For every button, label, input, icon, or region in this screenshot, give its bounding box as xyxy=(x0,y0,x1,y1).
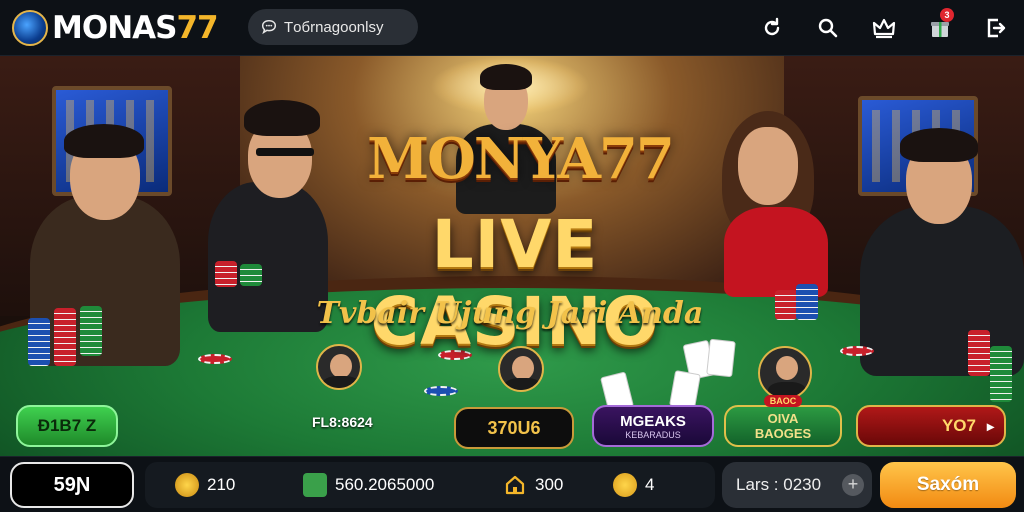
chip-stack xyxy=(215,261,237,287)
stat-tokens-value: 4 xyxy=(645,475,655,494)
refresh-button[interactable] xyxy=(744,0,800,56)
stats-panel: 210 560.2065000 300 4 xyxy=(145,462,715,508)
chat-bubble-icon xyxy=(261,19,277,35)
stat-home[interactable]: 300 xyxy=(503,473,563,497)
stat-coins[interactable]: 210 xyxy=(175,473,235,497)
dealer-id: FL8:8624 xyxy=(312,414,373,430)
game-button-purple-sub: KEBARADUS xyxy=(625,429,681,440)
chip-stack xyxy=(775,290,797,320)
bottom-bar: 59Ɲ 210 560.2065000 300 4 Lars : 0230 + xyxy=(0,456,1024,512)
game-button-red-label: YO7 xyxy=(941,416,976,435)
brand-name: MONAS77 xyxy=(52,9,219,46)
chevron-right-icon: ▸ xyxy=(986,417,994,434)
hero-tagline: Tvbair Ujung Jari Anda xyxy=(316,296,704,331)
balance-button[interactable]: 59Ɲ xyxy=(10,462,134,508)
primary-cta-button[interactable]: Saxóm xyxy=(880,462,1016,508)
game-button-dark[interactable]: 370U6 xyxy=(454,407,574,449)
game-button-olive-sub: BAOGES xyxy=(754,426,812,441)
home-icon xyxy=(505,475,525,495)
chip-stack xyxy=(28,318,50,366)
game-button-olive[interactable]: BAOC OIVA BAOGES xyxy=(724,395,842,447)
top-bar: MONAS77 Tобrnagoonlsy 3 xyxy=(0,0,1024,56)
app-window: MONAS77 Tобrnagoonlsy 3 MONYA77 LIVE CAS… xyxy=(0,0,1024,512)
game-button-red[interactable]: YO7 ▸ xyxy=(856,405,1006,447)
chip xyxy=(840,346,874,356)
timer-pill[interactable]: Lars : 0230 + xyxy=(722,462,872,508)
gift-button[interactable]: 3 xyxy=(912,0,968,56)
top-actions: 3 xyxy=(744,0,1024,56)
stat-wallet[interactable]: 560.2065000 xyxy=(303,473,434,497)
search-pill-button[interactable]: Tобrnagoonlsy xyxy=(248,9,418,45)
hero-banner[interactable]: MONYA77 LIVE CASINO Tvbair Ujung Jari An… xyxy=(0,56,1024,456)
exit-button[interactable] xyxy=(968,0,1024,56)
hero-title: LIVE CASINO xyxy=(370,206,660,360)
search-pill-label: Tобrnagoonlsy xyxy=(284,18,384,36)
dealer-avatar[interactable] xyxy=(498,346,544,392)
chip-stack xyxy=(240,264,262,286)
chip-stack xyxy=(990,346,1012,402)
chip-stack xyxy=(54,308,76,366)
brand-logo[interactable]: MONAS77 xyxy=(12,9,219,46)
brand-suffix: 77 xyxy=(176,9,218,46)
notification-badge: 3 xyxy=(940,8,954,22)
brand-prefix: MONAS xyxy=(52,9,177,46)
vip-button[interactable] xyxy=(856,0,912,56)
game-button-purple-title: MGEAKS xyxy=(620,412,686,430)
search-icon xyxy=(818,18,838,38)
game-button-purple[interactable]: MGEAKS KEBARADUS xyxy=(592,405,714,447)
stat-home-value: 300 xyxy=(535,475,564,494)
dealer-avatar[interactable] xyxy=(316,344,362,390)
chip xyxy=(424,386,458,396)
chip-stack xyxy=(968,330,990,376)
stat-coins-value: 210 xyxy=(207,475,236,494)
game-button-olive-title: OIVA xyxy=(767,411,799,426)
stat-tokens[interactable]: 4 xyxy=(613,473,654,497)
coin-icon xyxy=(175,473,199,497)
chip-stack xyxy=(80,306,102,356)
chip-stack xyxy=(796,284,818,320)
plus-icon[interactable]: + xyxy=(842,474,864,496)
game-button-olive-badge: BAOC xyxy=(763,395,803,407)
stat-wallet-value: 560.2065000 xyxy=(335,475,435,494)
game-button-green[interactable]: Ð1B7 Z xyxy=(16,405,118,447)
dealer-avatar[interactable] xyxy=(758,346,812,400)
wallet-icon xyxy=(303,473,327,497)
crown-icon xyxy=(872,18,896,39)
search-button[interactable] xyxy=(800,0,856,56)
timer-label: Lars : 0230 xyxy=(736,475,822,494)
exit-icon xyxy=(987,18,1006,38)
brand-title: MONYA77 xyxy=(367,126,675,192)
chip xyxy=(198,354,232,364)
token-icon xyxy=(613,473,637,497)
refresh-icon xyxy=(764,17,780,36)
globe-icon xyxy=(12,9,48,46)
